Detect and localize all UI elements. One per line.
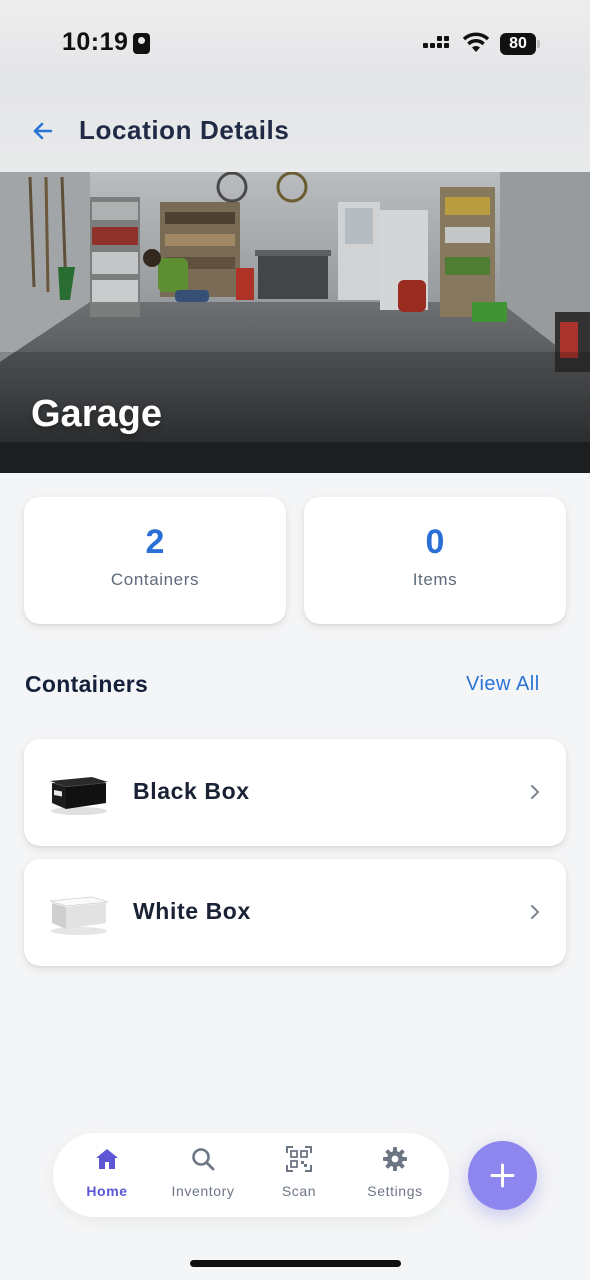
- top-bar: 10:19 80 Location Details: [0, 0, 590, 172]
- plus-icon: [490, 1163, 515, 1188]
- container-row-black-box[interactable]: Black Box: [24, 739, 566, 846]
- container-row-white-box[interactable]: White Box: [24, 859, 566, 966]
- tab-settings[interactable]: Settings: [353, 1133, 437, 1217]
- tab-label: Scan: [281, 1183, 317, 1199]
- tab-label: Inventory: [171, 1183, 235, 1199]
- search-icon: [192, 1148, 215, 1171]
- chevron-right-icon: [531, 905, 539, 919]
- view-all-link[interactable]: View All: [466, 673, 540, 696]
- containers-stat-card[interactable]: 2 Containers: [24, 497, 286, 624]
- container-label: Black Box: [133, 778, 250, 804]
- wifi-icon: [462, 32, 490, 52]
- tab-label: Home: [86, 1183, 128, 1199]
- white-box-icon: [49, 896, 109, 935]
- chevron-right-icon: [531, 785, 539, 799]
- contact-badge-icon: [133, 33, 150, 54]
- status-time: 10:19: [62, 28, 129, 56]
- screen: 10:19 80 Location Details Garage 2 Conta…: [0, 0, 590, 1280]
- tab-label: Settings: [367, 1183, 423, 1199]
- black-box-icon: [50, 777, 108, 815]
- tab-inventory[interactable]: Inventory: [159, 1133, 247, 1217]
- container-label: White Box: [133, 898, 251, 924]
- containers-count: 2: [145, 523, 165, 561]
- gear-icon: [383, 1147, 407, 1171]
- tab-scan[interactable]: Scan: [259, 1133, 339, 1217]
- items-stat-card[interactable]: 0 Items: [304, 497, 566, 624]
- items-count-label: Items: [412, 570, 458, 589]
- bottom-tab-bar: Home Inventory Scan Settings: [53, 1133, 449, 1217]
- tab-home[interactable]: Home: [67, 1133, 147, 1217]
- items-count: 0: [425, 523, 445, 561]
- page-title: Location Details: [79, 115, 290, 145]
- cellular-signal-icon: [423, 32, 453, 54]
- qr-scan-icon: [286, 1146, 312, 1172]
- containers-section-title: Containers: [25, 671, 149, 697]
- containers-count-label: Containers: [110, 570, 200, 589]
- home-icon: [96, 1149, 118, 1169]
- add-button[interactable]: [468, 1141, 537, 1210]
- home-indicator: [190, 1260, 401, 1267]
- location-name: Garage: [31, 393, 162, 435]
- arrow-left-icon[interactable]: [28, 116, 58, 146]
- battery-icon: 80: [500, 33, 540, 55]
